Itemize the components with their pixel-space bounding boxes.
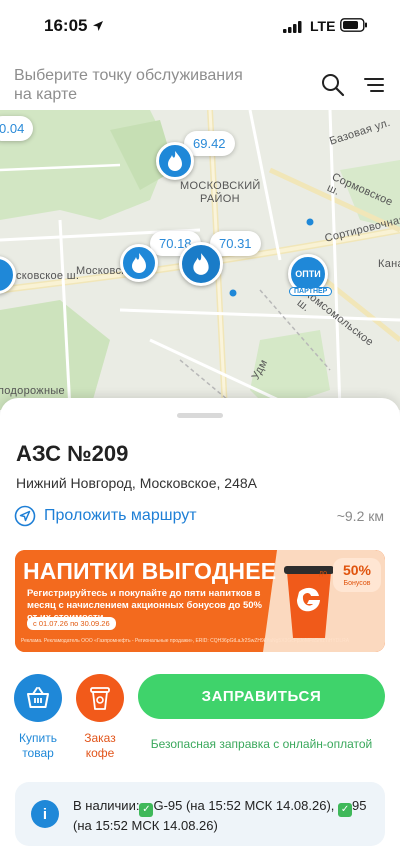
- sheet-drag-handle[interactable]: [177, 413, 223, 418]
- network-type: LTE: [310, 18, 336, 34]
- availability-item: G-95 (на 15:52 МСК 14.08.26),: [153, 798, 335, 813]
- station-address: Нижний Новгород, Московское, 248А: [16, 475, 257, 491]
- station-details-sheet: АЗС №209 Нижний Новгород, Московское, 24…: [0, 398, 400, 867]
- promo-bonus-badge: 50% Бонусов: [333, 558, 381, 592]
- header: Выберите точку обслуживания на карте: [0, 54, 400, 110]
- status-time: 16:05: [44, 16, 88, 35]
- navigation-arrow-icon: [14, 505, 36, 527]
- refuel-button[interactable]: ЗАПРАВИТЬСЯ: [138, 674, 385, 719]
- map[interactable]: МОСКОВСКИЙ РАЙОН Московское ш. Московско…: [0, 110, 400, 410]
- distance-label: ~9.2 км: [336, 508, 384, 524]
- basket-icon: [27, 687, 49, 708]
- refuel-caption: Безопасная заправка с онлайн-оплатой: [150, 737, 373, 751]
- district-label-2: РАЙОН: [200, 193, 240, 205]
- order-coffee-button[interactable]: [76, 674, 124, 722]
- menu-button[interactable]: [363, 74, 385, 96]
- build-route-button[interactable]: Проложить маршрут ~9.2 км: [14, 505, 386, 527]
- info-icon: i: [31, 800, 59, 828]
- promo-bonus-prefix: до: [319, 570, 327, 577]
- street-label: подорожные: [0, 385, 65, 397]
- route-label: Проложить маршрут: [44, 507, 197, 524]
- partner-logo: ОПТИ: [295, 269, 321, 279]
- district-label-1: МОСКОВСКИЙ: [180, 180, 261, 192]
- buy-goods-label[interactable]: Купить товар: [10, 731, 66, 761]
- header-title: Выберите точку обслуживания на карте: [14, 67, 243, 103]
- selected-station-pin[interactable]: [179, 242, 223, 286]
- station-pin[interactable]: [156, 142, 194, 180]
- promo-bonus-caption: Бонусов: [343, 580, 371, 587]
- location-arrow-icon: [92, 19, 104, 37]
- buy-goods-button[interactable]: [14, 674, 62, 722]
- availability-card: i В наличии: ✓ G-95 (на 15:52 МСК 14.08.26…: [15, 782, 385, 846]
- gas-flame-icon: [168, 151, 182, 171]
- filter-menu-icon: [364, 78, 384, 92]
- gas-flame-icon: [132, 253, 146, 273]
- search-button[interactable]: [320, 72, 346, 98]
- signal-icon: [283, 20, 305, 38]
- coffee-cup-icon: [284, 566, 334, 638]
- partner-badge: ПАРТНЕР: [289, 287, 333, 296]
- station-pin[interactable]: [120, 244, 158, 282]
- search-icon: [322, 74, 345, 97]
- promo-bonus-percent: 50%: [342, 562, 372, 578]
- promo-dates: с 01.07.26 по 30.09.26: [27, 617, 116, 630]
- station-title: АЗС №209: [16, 441, 129, 466]
- checkmark-icon: ✓: [338, 803, 353, 817]
- battery-icon: [340, 18, 368, 37]
- gas-flame-icon: [193, 253, 209, 275]
- price-label[interactable]: 0.04: [0, 116, 34, 141]
- availability-prefix: В наличии:: [73, 798, 140, 813]
- street-label: Кана: [378, 258, 400, 270]
- order-coffee-label[interactable]: Заказ кофе: [72, 731, 128, 761]
- availability-text: В наличии: ✓ G-95 (на 15:52 МСК 14.08.26),…: [73, 797, 375, 834]
- coffee-cup-icon: [90, 687, 110, 710]
- checkmark-icon: ✓: [139, 803, 154, 817]
- status-bar: 16:05 LTE: [0, 0, 400, 54]
- promo-title: НАПИТКИ ВЫГОДНЕЕ: [23, 558, 277, 584]
- promo-banner[interactable]: НАПИТКИ ВЫГОДНЕЕ Регистрируйтесь и покуп…: [15, 550, 385, 652]
